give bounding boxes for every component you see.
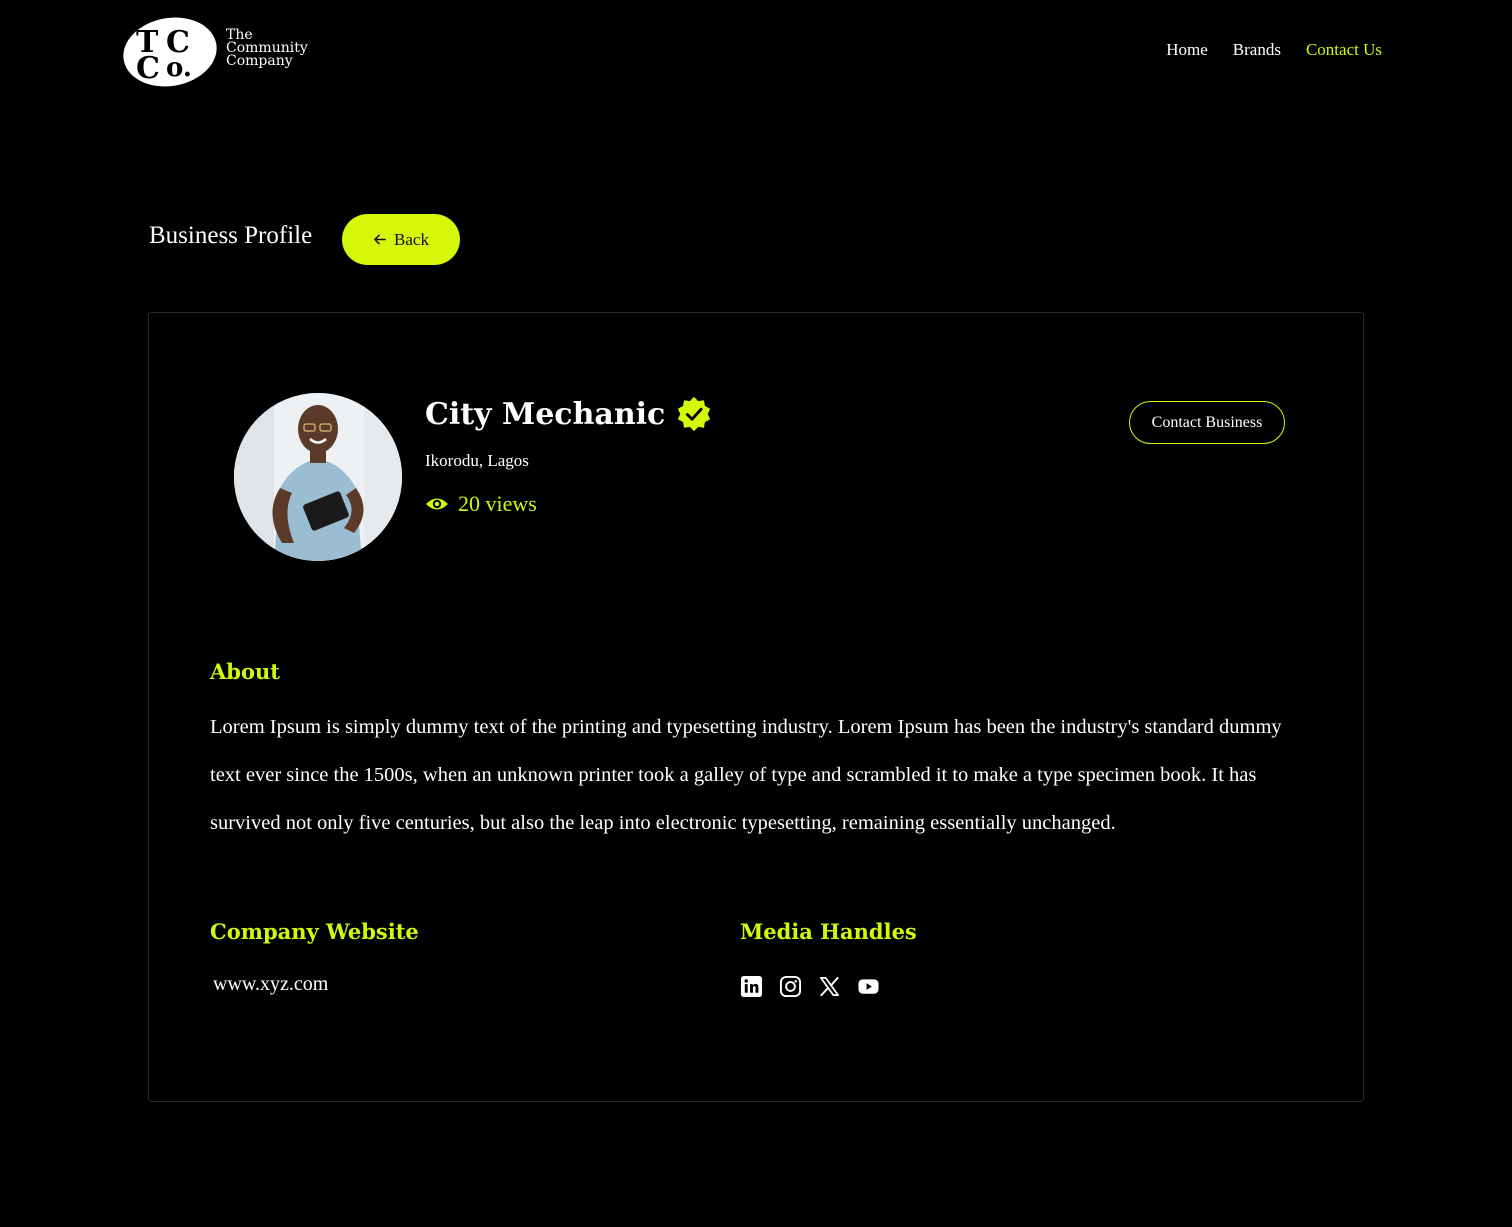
company-website-link[interactable]: www.xyz.com: [213, 973, 328, 996]
back-button-label: Back: [394, 229, 429, 249]
eye-icon: [426, 498, 448, 510]
nav-brands-link[interactable]: Brands: [1233, 40, 1281, 60]
business-avatar: [234, 393, 402, 561]
business-name: City Mechanic: [425, 395, 713, 433]
brand-logo[interactable]: T C C o. The Community Company: [122, 15, 332, 90]
page-title: Business Profile: [149, 222, 313, 249]
tcco-logo-mark: T C C o.: [123, 17, 217, 87]
about-heading: About: [210, 659, 280, 684]
back-button[interactable]: Back: [342, 214, 460, 265]
views-count: 20 views: [425, 491, 537, 517]
company-website-heading: Company Website: [210, 919, 419, 944]
media-handles-heading: Media Handles: [740, 919, 917, 944]
verified-badge-icon: [678, 396, 711, 432]
main-nav: Home Brands Contact Us: [1166, 40, 1382, 60]
brand-name-line: Company: [226, 53, 293, 69]
about-text: Lorem Ipsum is simply dummy text of the …: [210, 716, 1282, 834]
business-name-text: City Mechanic: [425, 396, 666, 432]
x-icon[interactable]: [818, 975, 841, 998]
business-location: Ikorodu, Lagos: [425, 451, 529, 470]
svg-text:C: C: [136, 51, 160, 86]
views-count-text: 20 views: [458, 491, 537, 516]
linkedin-icon[interactable]: [740, 975, 763, 998]
nav-home-link[interactable]: Home: [1166, 40, 1208, 60]
instagram-icon[interactable]: [779, 975, 802, 998]
business-profile-card: City Mechanic Ikorodu, Lagos 20 views Co…: [148, 312, 1364, 1102]
nav-contact-us-link[interactable]: Contact Us: [1306, 40, 1382, 60]
arrow-left-icon: [374, 234, 386, 245]
contact-business-button[interactable]: Contact Business: [1129, 401, 1285, 444]
brand-name: The Community Company: [226, 28, 308, 69]
svg-text:o.: o.: [166, 53, 192, 83]
avatar-photo: [234, 393, 402, 561]
social-media-links: [740, 975, 880, 998]
youtube-icon[interactable]: [857, 975, 880, 998]
